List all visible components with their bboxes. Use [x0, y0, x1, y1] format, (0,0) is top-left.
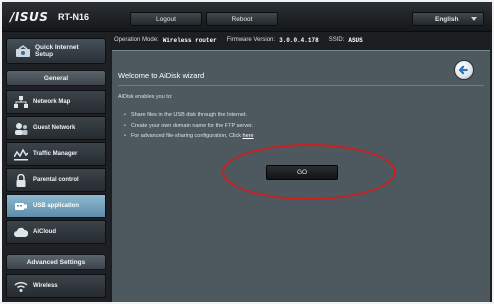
traffic-manager-icon [14, 148, 28, 161]
sidebar: Quick Internet Setup General Network Map… [2, 32, 110, 302]
sidebar-item-traffic-manager[interactable]: Traffic Manager [6, 142, 106, 166]
operation-mode-label: Operation Mode: [114, 37, 159, 43]
guest-network-icon [15, 123, 28, 135]
general-section-header: General [6, 70, 106, 86]
sidebar-item-label: Parental control [33, 177, 79, 183]
list-item: For advanced file-sharing configuration,… [124, 133, 254, 139]
aidisk-wizard-panel: Welcome to AiDisk wizard AiDisk enables … [112, 50, 490, 302]
chevron-down-icon [471, 17, 477, 21]
quick-internet-setup-button[interactable]: Quick Internet Setup [6, 38, 106, 64]
list-item-text: For advanced file-sharing configuration,… [130, 133, 241, 139]
here-link[interactable]: here [243, 133, 254, 139]
list-item-text: Share files in the USB disk through the … [130, 112, 248, 118]
ssid-value[interactable]: ASUS [348, 37, 362, 44]
sidebar-item-guest-network[interactable]: Guest Network [6, 116, 106, 140]
feature-list: Share files in the USB disk through the … [124, 112, 254, 144]
cloud-icon [14, 227, 28, 237]
quick-internet-setup-label: Quick Internet Setup [35, 44, 79, 58]
page-title: Welcome to AiDisk wizard [118, 71, 205, 80]
back-button[interactable] [454, 60, 474, 80]
list-item-text: Create your own domain name for the FTP … [130, 122, 254, 129]
firmware-value[interactable]: 3.0.0.4.178 [279, 37, 319, 44]
list-item: Create your own domain name for the FTP … [124, 123, 254, 129]
ssid-label: SSID: [328, 37, 345, 43]
advanced-settings-section-header: Advanced Settings [6, 254, 106, 270]
sidebar-item-label: Network Map [33, 99, 71, 105]
asus-logo: /ISUS [10, 10, 49, 24]
sidebar-item-label: Wireless [33, 283, 58, 289]
sidebar-item-aicloud[interactable]: AiCloud [6, 220, 106, 244]
sidebar-item-parental-control[interactable]: Parental control [6, 168, 106, 192]
firmware-label: Firmware Version: [226, 37, 276, 43]
status-info-bar: Operation Mode: Wireless router Firmware… [114, 34, 492, 46]
sidebar-item-network-map[interactable]: Network Map [6, 90, 106, 114]
sidebar-item-label: USB application [33, 203, 80, 209]
language-select[interactable]: English [412, 12, 484, 26]
logout-button[interactable]: Logout [130, 12, 202, 26]
operation-mode-value[interactable]: Wireless router [163, 37, 217, 44]
router-admin-window: /ISUS RT-N16 Logout Reboot English Quick… [2, 2, 492, 302]
usb-icon [15, 203, 27, 210]
go-button[interactable]: GO [266, 165, 338, 180]
language-value: English [435, 15, 459, 23]
back-arrow-icon [458, 65, 468, 75]
model-name: RT-N16 [58, 12, 90, 22]
top-bar: /ISUS RT-N16 Logout Reboot English [2, 2, 492, 32]
reboot-button[interactable]: Reboot [206, 12, 278, 26]
sidebar-item-usb-application[interactable]: USB application [6, 194, 106, 218]
sidebar-item-wireless[interactable]: Wireless [6, 274, 106, 298]
divider [118, 85, 484, 86]
lock-icon [16, 174, 26, 187]
sidebar-item-label: Traffic Manager [33, 151, 78, 157]
quick-setup-icon [16, 45, 30, 57]
list-item: Share files in the USB disk through the … [124, 112, 254, 118]
sidebar-item-label: Guest Network [33, 125, 76, 131]
network-map-icon [14, 96, 28, 108]
sidebar-item-label: AiCloud [33, 229, 56, 235]
wifi-icon [14, 281, 28, 292]
intro-text: AiDisk enables you to: [118, 94, 173, 100]
